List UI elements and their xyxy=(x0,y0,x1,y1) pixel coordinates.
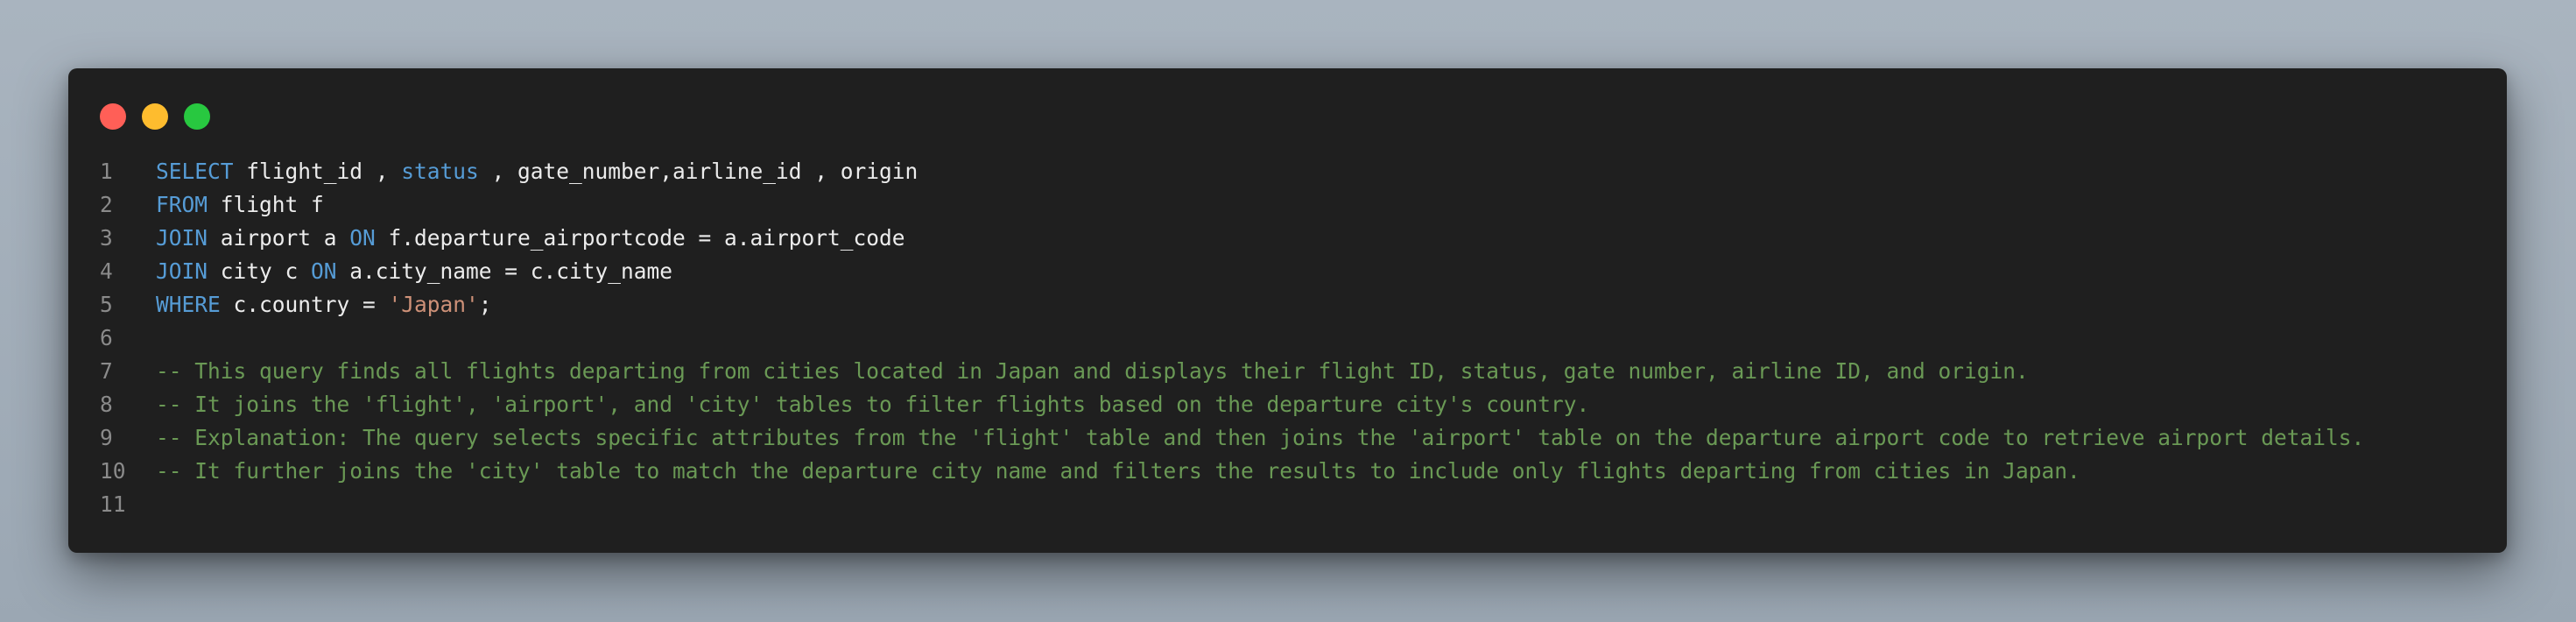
line-number: 8 xyxy=(100,392,113,417)
code-line: 7 -- This query finds all flights departi… xyxy=(100,355,2507,388)
sql-keyword: status xyxy=(401,159,479,184)
code-line-content: FROM flight f xyxy=(156,188,324,222)
line-number: 2 xyxy=(100,192,113,217)
code-line: 1 SELECT flight_id , status , gate_number… xyxy=(100,155,2507,188)
sql-text: airport a xyxy=(208,225,350,251)
sql-keyword: FROM xyxy=(156,192,208,217)
sql-text: c.country = xyxy=(220,292,389,317)
line-number: 3 xyxy=(100,225,113,251)
sql-text: flight f xyxy=(208,192,324,217)
sql-keyword: JOIN xyxy=(156,258,208,284)
line-number: 9 xyxy=(100,425,113,450)
code-line: 11 xyxy=(100,488,2507,521)
sql-text: flight_id , xyxy=(233,159,402,184)
sql-keyword: ON xyxy=(349,225,376,251)
minimize-window-button[interactable] xyxy=(142,103,168,130)
sql-keyword: SELECT xyxy=(156,159,234,184)
code-line: 3 JOIN airport a ON f.departure_airportco… xyxy=(100,222,2507,255)
sql-text: , gate_number,airline_id , origin xyxy=(478,159,918,184)
line-number: 10 xyxy=(100,458,126,484)
code-line-content: -- It joins the 'flight', 'airport', and… xyxy=(156,388,1589,421)
line-number: 6 xyxy=(100,325,113,350)
line-number: 11 xyxy=(100,491,126,517)
close-window-button[interactable] xyxy=(100,103,126,130)
code-line: 10 -- It further joins the 'city' table t… xyxy=(100,455,2507,488)
sql-keyword: ON xyxy=(311,258,337,284)
code-line: 5 WHERE c.country = 'Japan'; xyxy=(100,288,2507,322)
sql-text: a.city_name = c.city_name xyxy=(336,258,673,284)
code-line: 8 -- It joins the 'flight', 'airport', an… xyxy=(100,388,2507,421)
code-line-content: SELECT flight_id , status , gate_number,… xyxy=(156,155,918,188)
maximize-window-button[interactable] xyxy=(184,103,210,130)
sql-comment: -- It further joins the 'city' table to … xyxy=(156,458,2080,484)
code-line: 6 xyxy=(100,322,2507,355)
code-line: 4 JOIN city c ON a.city_name = c.city_nam… xyxy=(100,255,2507,288)
line-number: 7 xyxy=(100,358,113,384)
line-number: 1 xyxy=(100,159,113,184)
window-controls xyxy=(100,103,210,130)
sql-comment: -- Explanation: The query selects specif… xyxy=(156,425,2365,450)
code-line-content: -- Explanation: The query selects specif… xyxy=(156,421,2364,455)
code-line-content: JOIN city c ON a.city_name = c.city_name xyxy=(156,255,672,288)
code-line-content: WHERE c.country = 'Japan'; xyxy=(156,288,492,322)
line-number: 5 xyxy=(100,292,113,317)
code-line-content: -- It further joins the 'city' table to … xyxy=(156,455,2080,488)
sql-comment: -- This query finds all flights departin… xyxy=(156,358,2029,384)
sql-keyword: JOIN xyxy=(156,225,208,251)
sql-text: f.departure_airportcode = a.airport_code xyxy=(375,225,905,251)
code-line-content: JOIN airport a ON f.departure_airportcod… xyxy=(156,222,905,255)
sql-text: ; xyxy=(478,292,492,317)
line-number: 4 xyxy=(100,258,113,284)
sql-comment: -- It joins the 'flight', 'airport', and… xyxy=(156,392,1590,417)
code-line: 2 FROM flight f xyxy=(100,188,2507,222)
sql-string: 'Japan' xyxy=(388,292,479,317)
sql-keyword: WHERE xyxy=(156,292,221,317)
code-line-content: -- This query finds all flights departin… xyxy=(156,355,2029,388)
code-window: 1 SELECT flight_id , status , gate_number… xyxy=(68,68,2507,553)
sql-text: city c xyxy=(208,258,312,284)
code-line: 9 -- Explanation: The query selects speci… xyxy=(100,421,2507,455)
code-editor[interactable]: 1 SELECT flight_id , status , gate_number… xyxy=(100,155,2507,521)
